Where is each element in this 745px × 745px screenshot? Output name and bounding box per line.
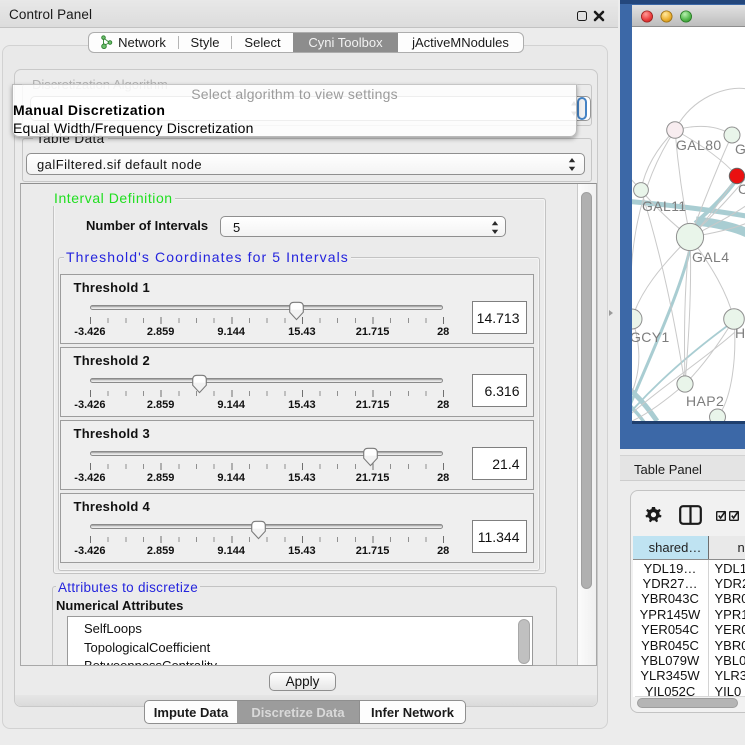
svg-text:GAL4: GAL4 bbox=[692, 249, 729, 265]
svg-text:HAP2: HAP2 bbox=[686, 393, 724, 409]
svg-text:GAL80: GAL80 bbox=[676, 137, 722, 153]
svg-text:GA: GA bbox=[735, 141, 745, 157]
svg-text:GCY1: GCY1 bbox=[632, 329, 670, 345]
svg-text:C: C bbox=[738, 181, 745, 197]
svg-text:GAL11: GAL11 bbox=[642, 198, 687, 214]
svg-text:H: H bbox=[735, 325, 745, 341]
